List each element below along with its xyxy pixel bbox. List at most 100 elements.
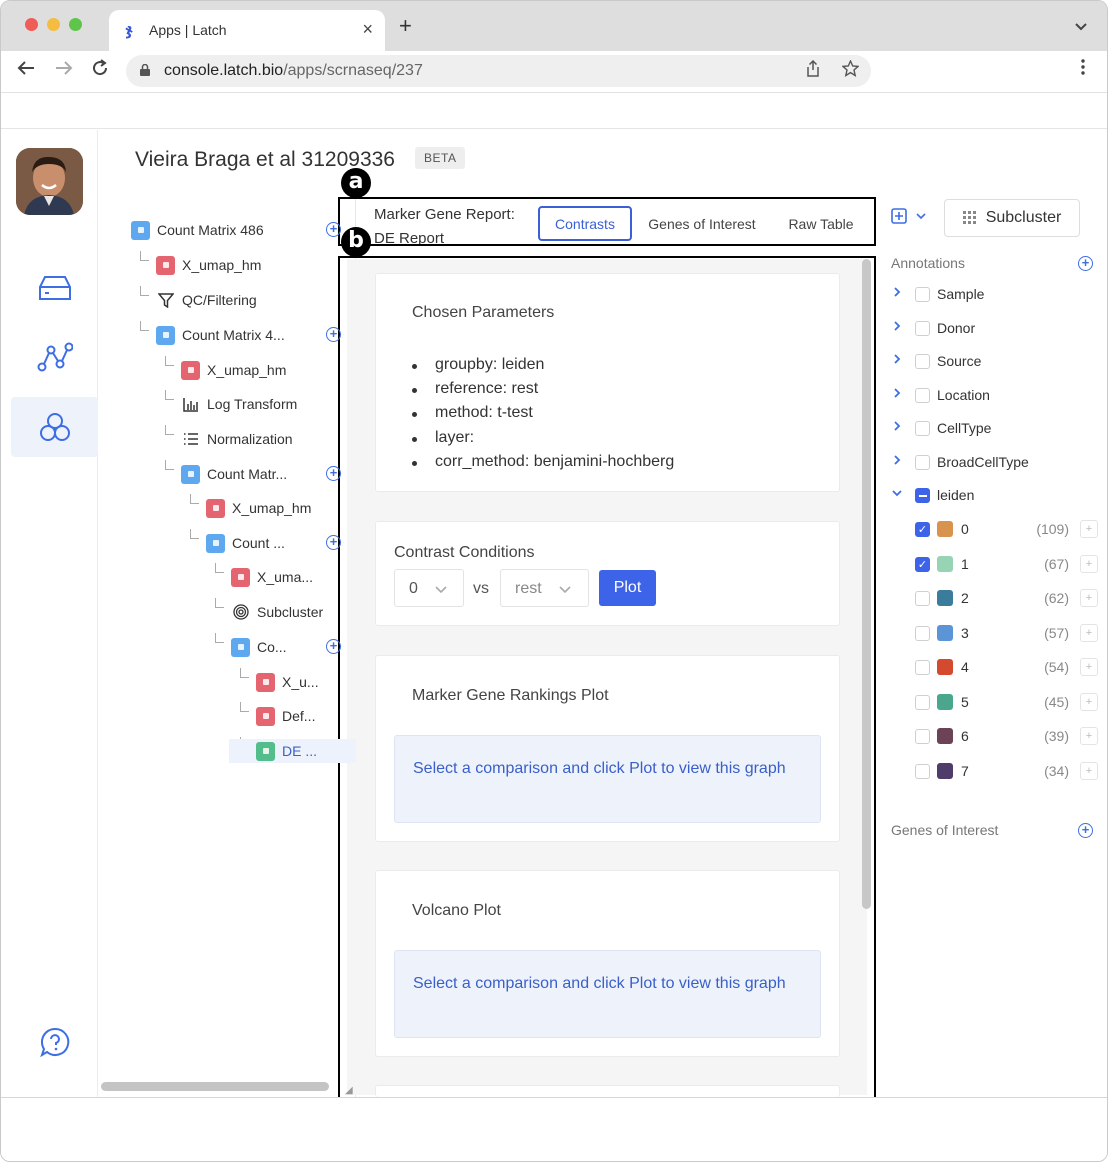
annotation-row[interactable]: Location (891, 384, 1101, 408)
share-icon[interactable] (806, 59, 820, 82)
annotation-row[interactable]: Source (891, 350, 1101, 374)
tree-node[interactable]: DE ... (229, 739, 356, 763)
tree-connector (215, 633, 224, 643)
cluster-checkbox[interactable]: ✓ (915, 522, 930, 537)
tree-connector (165, 425, 174, 435)
tree-node[interactable]: Log Transform (181, 392, 297, 416)
chevron-right-icon[interactable] (891, 286, 903, 301)
chevron-right-icon[interactable] (891, 454, 903, 469)
annotation-row[interactable]: BroadCellType (891, 451, 1101, 475)
chevron-right-icon[interactable] (891, 353, 903, 368)
tree-node[interactable]: X_uma... (231, 565, 313, 589)
cluster-add-icon[interactable]: + (1080, 589, 1098, 607)
add-child-icon[interactable]: + (326, 639, 341, 654)
annotation-row[interactable]: CellType (891, 417, 1101, 441)
tree-node[interactable]: QC/Filtering (156, 288, 257, 312)
cluster-add-icon[interactable]: + (1080, 692, 1098, 711)
tree-node[interactable]: Count Matrix 486 (131, 218, 264, 242)
help-question-icon[interactable] (11, 1012, 98, 1072)
cluster-add-icon[interactable]: + (1080, 623, 1098, 642)
cluster-row[interactable]: 4 (54) + (891, 656, 1101, 680)
storage-drive-icon[interactable] (11, 258, 98, 318)
chevron-right-icon[interactable] (891, 387, 903, 402)
chevron-down-icon[interactable] (891, 487, 903, 502)
cluster-add-icon[interactable]: + (1080, 761, 1098, 780)
tree-node[interactable]: Count ... (206, 531, 285, 555)
add-child-icon[interactable]: + (326, 466, 341, 481)
reload-icon[interactable] (91, 59, 109, 82)
leiden-row[interactable]: leiden (891, 484, 1101, 508)
cluster-row[interactable]: 7 (34) + (891, 760, 1101, 784)
new-tab-button[interactable]: + (399, 15, 412, 37)
leiden-checkbox[interactable] (915, 488, 930, 503)
tree-node-label: X_umap_hm (232, 500, 312, 516)
tree-node[interactable]: Count Matrix 4... (156, 323, 285, 347)
cluster-checkbox[interactable] (915, 729, 930, 744)
maximize-window-button[interactable] (69, 18, 82, 31)
add-annotation-icon[interactable]: + (1078, 256, 1093, 271)
cluster-row[interactable]: 6 (39) + (891, 725, 1101, 749)
close-window-button[interactable] (25, 18, 38, 31)
browser-menu-icon[interactable] (1081, 59, 1085, 80)
tree-node[interactable]: X_umap_hm (156, 253, 261, 277)
cluster-checkbox[interactable]: ✓ (915, 556, 930, 572)
tree-node[interactable]: X_umap_hm (206, 496, 311, 520)
cluster-count: (34) (1044, 762, 1069, 779)
cluster-row[interactable]: 5 (45) + (891, 691, 1101, 715)
cluster-checkbox[interactable] (915, 625, 930, 641)
chevron-right-icon[interactable] (891, 320, 903, 335)
tab-title: Apps | Latch (149, 22, 227, 38)
forward-arrow-icon[interactable] (55, 59, 73, 81)
tree-node[interactable]: Def... (256, 704, 315, 728)
minimize-window-button[interactable] (47, 18, 60, 31)
add-child-icon[interactable]: + (326, 327, 341, 342)
add-gene-icon[interactable]: + (1078, 823, 1093, 838)
cluster-row[interactable]: ✓ 0 (109) + (891, 518, 1101, 542)
tree-node[interactable]: X_u... (256, 670, 319, 694)
workflow-graph-icon[interactable] (11, 327, 98, 387)
avatar[interactable] (16, 148, 83, 215)
browser-tab-bar: ჯ Apps | Latch × + (1, 1, 1107, 51)
subcluster-button[interactable]: Subcluster (944, 199, 1080, 237)
tree-node[interactable]: Normalization (181, 427, 293, 451)
annotation-row[interactable]: Donor (891, 317, 1101, 341)
annotation-checkbox[interactable] (915, 387, 930, 403)
add-view-icon[interactable] (891, 208, 927, 228)
tab-close-icon[interactable]: × (362, 19, 373, 40)
cluster-count: (54) (1044, 659, 1069, 675)
cluster-row[interactable]: 3 (57) + (891, 622, 1101, 646)
bookmark-star-icon[interactable] (841, 59, 860, 82)
annotation-row[interactable]: Sample (891, 283, 1101, 307)
cluster-add-icon[interactable]: + (1080, 520, 1098, 538)
cluster-add-icon[interactable]: + (1080, 727, 1098, 745)
cluster-checkbox[interactable] (915, 694, 930, 710)
count-matrix-icon (181, 464, 200, 484)
address-bar[interactable]: console.latch.bio/apps/scrnaseq/237 (126, 55, 871, 87)
tree-node[interactable]: X_umap_hm (181, 358, 286, 382)
apps-cells-icon[interactable] (11, 397, 98, 457)
annotation-checkbox[interactable] (915, 421, 930, 436)
annotation-label: Donor (937, 319, 976, 336)
tree-node[interactable]: Co... (231, 635, 287, 659)
browser-tab[interactable]: ჯ Apps | Latch × (109, 10, 385, 51)
cluster-add-icon[interactable]: + (1080, 554, 1098, 573)
cluster-row[interactable]: 2 (62) + (891, 587, 1101, 611)
cluster-checkbox[interactable] (915, 660, 930, 675)
add-child-icon[interactable]: + (326, 535, 341, 550)
cluster-checkbox[interactable] (915, 591, 930, 606)
annotation-checkbox[interactable] (915, 454, 930, 470)
tree-node[interactable]: Count Matr... (181, 462, 287, 486)
annotation-checkbox[interactable] (915, 320, 930, 336)
add-child-icon[interactable]: + (326, 222, 341, 237)
cluster-add-icon[interactable]: + (1080, 658, 1098, 676)
back-arrow-icon[interactable] (17, 59, 35, 81)
chevron-down-icon[interactable] (1075, 19, 1087, 34)
chevron-right-icon[interactable] (891, 420, 903, 435)
tree-horizontal-scrollbar[interactable] (101, 1082, 329, 1091)
annotation-checkbox[interactable] (915, 354, 930, 369)
cluster-checkbox[interactable] (915, 763, 930, 779)
cluster-row[interactable]: ✓ 1 (67) + (891, 553, 1101, 577)
tree-node[interactable]: Subcluster (231, 600, 323, 624)
target-icon (231, 603, 250, 622)
annotation-checkbox[interactable] (915, 287, 930, 302)
